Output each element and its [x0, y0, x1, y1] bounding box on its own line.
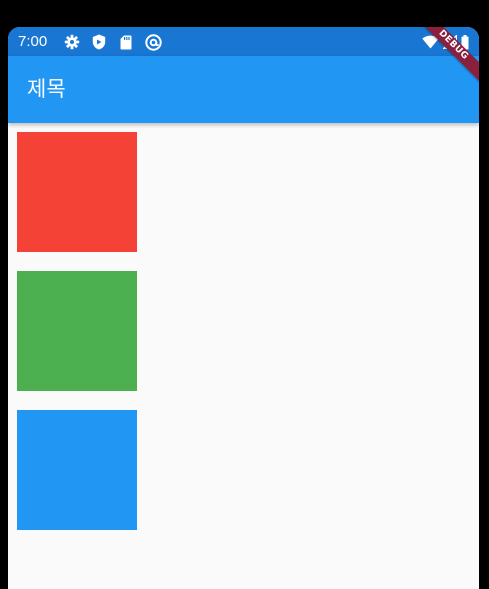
gear-icon [63, 33, 81, 51]
app-bar: 제목 [8, 56, 479, 123]
green-box [17, 271, 137, 391]
status-icons-left [63, 33, 171, 51]
status-time: 7:00 [18, 33, 48, 50]
sd-card-icon [117, 33, 135, 51]
page-title: 제목 [27, 77, 66, 101]
shield-icon [90, 33, 108, 51]
blue-box [17, 410, 137, 530]
at-sign-icon [144, 33, 162, 51]
status-bar: 7:00 [8, 27, 479, 56]
phone-screen: 7:00 제목 DEBUG [8, 27, 479, 589]
red-box [17, 132, 137, 252]
